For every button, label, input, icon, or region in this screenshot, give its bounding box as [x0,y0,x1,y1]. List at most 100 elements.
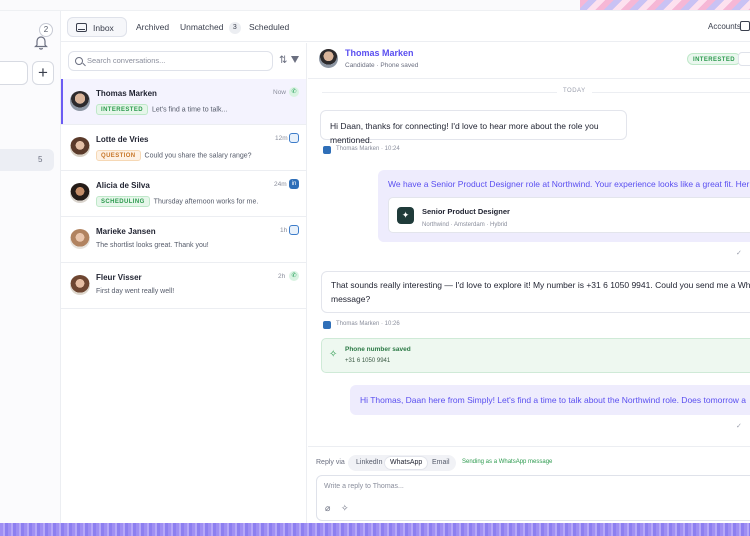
notification-badge: 2 [39,23,53,37]
conversation-preview: Could you share the salary range? [144,152,252,160]
avatar [319,49,338,68]
message-bubble-incoming: Hi Daan, thanks for connecting! I'd love… [320,110,627,145]
rail-search-input[interactable] [0,61,28,85]
list-item[interactable]: Alicia de Silva 24m in SCHEDULING Thursda… [61,171,306,217]
status-badge: INTERESTED [96,104,149,115]
message-text-continued: message? [331,294,371,304]
add-button[interactable]: + [32,61,54,85]
channel-switcher: LinkedIn WhatsApp Email [348,455,456,471]
channel-linkedin[interactable]: LinkedIn [351,457,387,469]
external-link-icon[interactable] [740,21,750,31]
linkedin-icon: in [289,179,299,189]
message-bubble-incoming: That sounds really interesting — I'd lov… [321,271,750,313]
message-meta: Thomas Marken · 10:26 [336,321,400,327]
conversation-name: Thomas Marken [96,89,157,98]
channel-email[interactable]: Email [427,457,455,469]
conversation-time: 2h [278,273,286,280]
conversation-preview: The shortlist looks great. Thank you! [96,242,209,249]
search-placeholder: Search conversations... [87,56,166,65]
open-profile-button[interactable] [738,52,750,66]
tab-unmatched-count: 3 [228,21,241,34]
avatar [70,229,90,249]
conversation-name: Lotte de Vries [96,135,149,144]
list-item[interactable]: Lotte de Vries 12m QUESTION Could you sha… [61,125,306,171]
phone-saved-title: Phone number saved [345,346,411,353]
conversation-preview-line: QUESTION Could you share the salary range… [96,150,252,161]
contact-subtitle: Candidate · Phone saved [345,62,419,69]
status-badge: QUESTION [96,150,141,161]
day-label: TODAY [557,88,592,94]
conversation-preview: Thursday afternoon works for me. [153,198,259,206]
accounts-link[interactable]: Accounts [708,17,741,37]
sort-icon[interactable]: ⇅ [279,55,287,66]
list-item[interactable]: Marieke Jansen 1h The shortlist looks gr… [61,217,306,263]
message-meta: Thomas Marken · 10:24 [336,146,400,152]
avatar [70,137,90,157]
avatar [70,91,90,111]
linkedin-icon [323,146,331,154]
sending-note: Sending as a WhatsApp message [462,459,553,465]
status-badge[interactable]: INTERESTED [687,53,742,65]
linkedin-icon [323,321,331,329]
whatsapp-icon: ✆ [289,87,299,97]
reply-bar: Reply via LinkedIn WhatsApp Email Sendin… [308,446,750,523]
conversation-time: Now [273,89,287,96]
job-title: Senior Product Designer [422,207,510,216]
channel-whatsapp[interactable]: WhatsApp [385,457,428,469]
top-strip [0,0,750,11]
contact-name[interactable]: Thomas Marken [345,48,414,58]
sparkle-icon[interactable]: ✧ [341,503,349,514]
message-text: We have a Senior Product Designer role a… [388,179,750,189]
tab-scheduled[interactable]: Scheduled [249,17,289,37]
reply-via-label: Reply via [316,459,345,466]
conversation-time: 1h [280,227,288,234]
reply-placeholder: Write a reply to Thomas... [324,483,404,490]
message-bubble-outgoing: Hi Thomas, Daan here from Simply! Let's … [350,385,750,415]
conversation-name: Alicia de Silva [96,181,150,190]
job-subtitle: Northwind · Amsterdam · Hybrid [422,222,508,228]
read-check-icon: ✓ [736,250,742,257]
conversation-name: Fleur Visser [96,273,142,282]
message-text: That sounds really interesting — I'd lov… [331,280,750,290]
tab-inbox-label: Inbox [93,23,114,33]
sparkle-icon: ✧ [329,349,338,360]
chat-pane: Thomas Marken Candidate · Phone saved IN… [308,43,750,523]
mail-icon [289,225,299,235]
conversation-preview: First day went really well! [96,288,175,295]
tab-unmatched[interactable]: Unmatched 3 [180,17,241,37]
conversation-list: Search conversations... ⇅ Thomas Marken … [61,43,307,523]
phone-saved-value: +31 6 1050 9941 [345,358,391,364]
rail-item-count: 5 [38,155,43,164]
bottom-strip [0,523,750,536]
job-card[interactable]: ✦ Senior Product Designer Northwind · Am… [388,197,750,233]
sparkle-icon: ✦ [397,207,414,224]
rail-active-item[interactable] [0,149,54,171]
avatar [70,183,90,203]
conversation-time: 12m [275,135,288,142]
day-divider [322,92,750,93]
tab-unmatched-label: Unmatched [180,22,224,32]
list-item[interactable]: Fleur Visser 2h ✆ First day went really … [61,263,306,309]
inbox-tabbar: Inbox 5 Archived Unmatched 3 Scheduled A… [61,11,750,55]
search-icon [75,57,83,65]
status-badge: SCHEDULING [96,196,150,207]
inbox-icon [76,23,87,32]
tab-archived[interactable]: Archived [136,17,169,37]
decorative-stripes [580,0,750,10]
filter-icon[interactable] [291,56,299,63]
reply-input[interactable]: Write a reply to Thomas... ⌀ ✧ [316,475,750,521]
whatsapp-icon: ✆ [289,271,299,281]
search-input[interactable]: Search conversations... [68,51,273,71]
paperclip-icon[interactable]: ⌀ [325,503,330,514]
phone-saved-notice: ✧ Phone number saved +31 6 1050 9941 [321,338,750,373]
conversation-preview: Let's find a time to talk... [152,106,228,114]
mail-icon [289,133,299,143]
conversation-name: Marieke Jansen [96,227,156,236]
chat-header: Thomas Marken Candidate · Phone saved IN… [308,43,750,79]
conversation-time: 24m [274,181,287,188]
list-item[interactable]: Thomas Marken Now ✆ INTERESTED Let's find… [61,79,306,125]
tab-inbox[interactable]: Inbox 5 [67,17,127,55]
left-rail: 2 + 5 [0,11,61,523]
message-bubble-outgoing: We have a Senior Product Designer role a… [378,170,750,242]
read-check-icon: ✓ [736,423,742,430]
